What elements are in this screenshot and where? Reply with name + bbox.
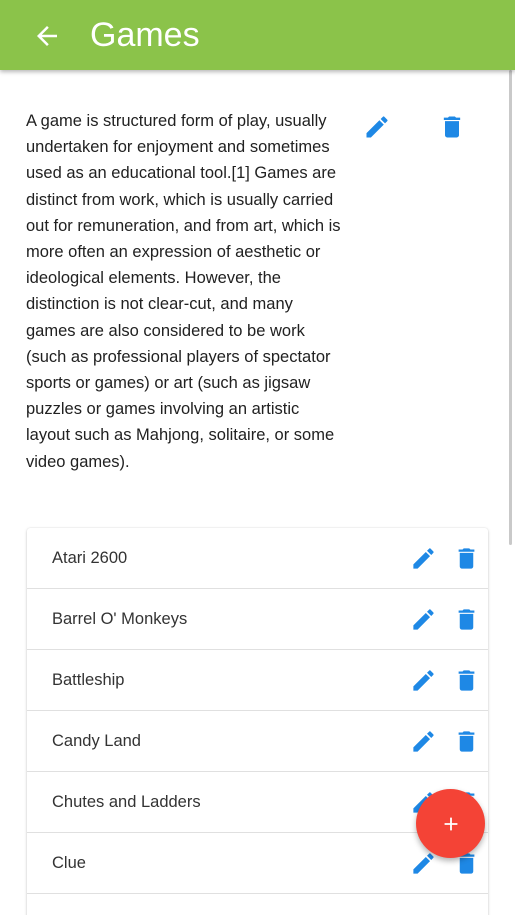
delete-description-button[interactable] — [437, 112, 467, 142]
trash-icon — [458, 669, 474, 691]
scrollbar[interactable] — [509, 70, 512, 545]
pencil-icon — [412, 852, 434, 874]
delete-item-button[interactable] — [452, 666, 480, 694]
delete-item-button[interactable] — [452, 727, 480, 755]
pencil-icon — [412, 547, 434, 569]
list-item[interactable]: Barrel O' Monkeys — [27, 589, 488, 650]
trash-icon — [458, 547, 474, 569]
app-screen: Games A game is structured form of play,… — [0, 0, 515, 915]
list-item[interactable]: Clue — [27, 833, 488, 894]
edit-item-button[interactable] — [409, 605, 437, 633]
edit-description-button[interactable] — [362, 112, 392, 142]
arrow-back-icon — [37, 26, 57, 46]
list-item[interactable]: Battleship — [27, 650, 488, 711]
add-game-button[interactable] — [416, 789, 485, 858]
trash-icon — [458, 608, 474, 630]
delete-item-button[interactable] — [452, 544, 480, 572]
plus-icon — [444, 817, 457, 830]
pencil-icon — [412, 669, 434, 691]
page-title: Games — [90, 16, 200, 54]
app-bar: Games — [0, 0, 515, 70]
pencil-icon — [412, 608, 434, 630]
trash-icon — [458, 730, 474, 752]
games-list: Atari 2600 Barrel O' Monkeys Battleship Can… — [27, 528, 488, 915]
list-item-label: Candy Land — [52, 732, 141, 750]
list-item-label: Barrel O' Monkeys — [52, 610, 188, 628]
list-item[interactable]: Atari 2600 — [27, 528, 488, 589]
list-item-label: Atari 2600 — [52, 549, 128, 567]
trash-icon — [443, 116, 461, 138]
list-item-label: Clue — [52, 854, 86, 872]
back-button[interactable] — [28, 17, 66, 55]
list-item[interactable] — [27, 894, 488, 915]
edit-item-button[interactable] — [409, 727, 437, 755]
list-item-label: Battleship — [52, 671, 125, 689]
edit-item-button[interactable] — [409, 666, 437, 694]
pencil-icon — [366, 116, 388, 138]
list-item[interactable]: Candy Land — [27, 711, 488, 772]
game-description: A game is structured form of play, usual… — [26, 112, 341, 471]
list-item-label: Chutes and Ladders — [52, 793, 201, 811]
edit-item-button[interactable] — [409, 544, 437, 572]
delete-item-button[interactable] — [452, 605, 480, 633]
pencil-icon — [412, 730, 434, 752]
